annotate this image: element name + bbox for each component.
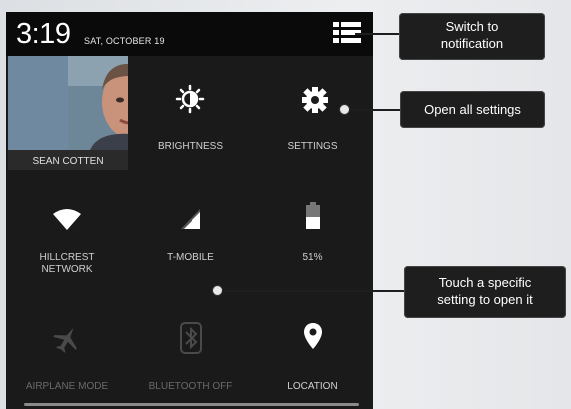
wifi-label: HILLCREST NETWORK [39,252,95,275]
switch-leader-line [355,33,400,35]
callout-touch: Touch a specific setting to open it [404,266,566,318]
settings-leader-line [349,109,401,111]
settings-tile[interactable]: SETTINGS [252,56,373,170]
battery-tile[interactable]: 51% [252,172,373,287]
status-bar: 3:19 SAT, OCTOBER 19 [6,12,373,56]
gear-icon [302,87,328,113]
bluetooth-label: BLUETOOTH OFF [148,381,233,392]
sun-icon [175,84,205,114]
signal-icon [181,209,200,229]
touch-leader-line [222,290,406,292]
signal-tile[interactable]: T-MOBILE [130,172,251,287]
location-tile[interactable]: LOCATION [252,288,373,398]
settings-label: SETTINGS [287,141,338,152]
location-label: LOCATION [287,381,338,392]
brightness-label: BRIGHTNESS [157,141,223,152]
signal-label: T-MOBILE [167,252,214,263]
clock-time: 3:19 [16,18,71,50]
location-pin-icon [304,323,322,349]
clock-date: SAT, OCTOBER 19 [84,36,165,46]
battery-label: 51% [302,252,323,263]
brightness-tile[interactable]: BRIGHTNESS [130,56,251,170]
profile-tile[interactable]: SEAN COTTEN [8,56,128,170]
wifi-tile[interactable]: HILLCREST NETWORK [6,172,128,287]
airplane-tile[interactable]: AIRPLANE MODE [6,288,128,398]
profile-name: SEAN COTTEN [32,156,104,167]
quick-settings-panel: 3:19 SAT, OCTOBER 19 SEAN COTTEN BRIGHTN… [6,12,373,409]
callout-switch: Switch to notification [399,13,545,60]
panel-drag-handle[interactable] [24,403,359,406]
airplane-icon [53,327,77,353]
avatar [8,56,128,150]
battery-icon [306,202,320,229]
wifi-icon [53,209,81,230]
airplane-label: AIRPLANE MODE [25,381,109,392]
bluetooth-tile[interactable]: BLUETOOTH OFF [130,288,251,398]
callout-settings: Open all settings [400,91,545,128]
bluetooth-icon [180,322,202,354]
